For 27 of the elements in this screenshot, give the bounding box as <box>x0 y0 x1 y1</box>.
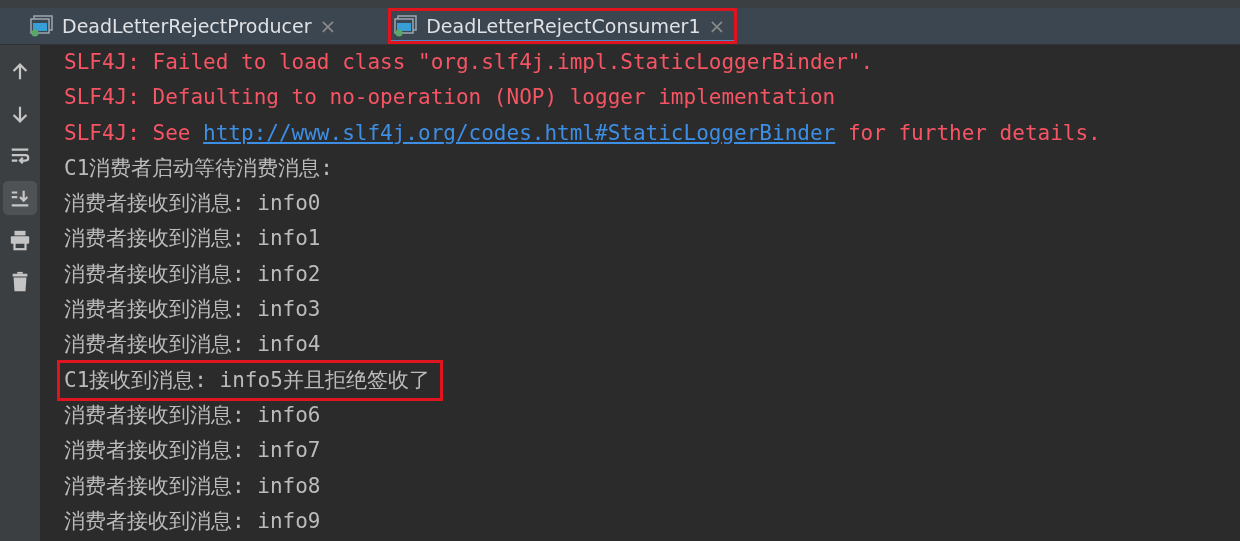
soft-wrap-icon <box>9 145 31 167</box>
console-line: 消费者接收到消息: info9 <box>63 507 322 535</box>
console-text: SLF4J: See <box>64 120 192 145</box>
console-line: 消费者接收到消息: info3 <box>63 296 322 324</box>
editor-tab[interactable]: DeadLetterRejectConsumer1 × <box>388 8 738 44</box>
console-window-icon <box>30 15 54 37</box>
link[interactable]: http://www.slf4j.org/codes.html#StaticLoggerBinder <box>203 120 836 145</box>
console-line: C1接收到消息: info5并且拒绝签收了 <box>60 362 440 398</box>
close-tab-icon[interactable]: × <box>708 14 726 38</box>
console-line: C1消费者启动等待消费消息: <box>63 154 334 182</box>
console-line: 消费者接收到消息: info7 <box>63 437 322 465</box>
console-line: 消费者接收到消息: info0 <box>63 190 322 218</box>
console-line: 消费者接收到消息: info4 <box>63 331 322 359</box>
console-line: 消费者接收到消息: info8 <box>63 472 322 500</box>
console-text: for further details. <box>846 120 1101 145</box>
console-window-icon <box>394 15 419 37</box>
console-line: SLF4J: Failed to load class "org.slf4j.impl.StaticLoggerBinder". <box>63 49 875 76</box>
print-icon <box>9 229 31 251</box>
console-line: SLF4J: Defaulting to no-operation (NOP) logger implementation <box>63 84 837 112</box>
close-tab-icon[interactable]: × <box>319 14 337 38</box>
tab-label: DeadLetterRejectConsumer1 <box>426 15 701 37</box>
tab-label: DeadLetterRejectProducer <box>62 15 312 37</box>
editor-tab[interactable]: DeadLetterRejectProducer × <box>24 8 349 44</box>
console-line: 消费者接收到消息: info6 <box>63 401 322 429</box>
console-line: 消费者接收到消息: info1 <box>63 225 322 253</box>
console-line: 消费者接收到消息: info2 <box>63 260 322 288</box>
toolbar-button[interactable] <box>3 181 37 215</box>
